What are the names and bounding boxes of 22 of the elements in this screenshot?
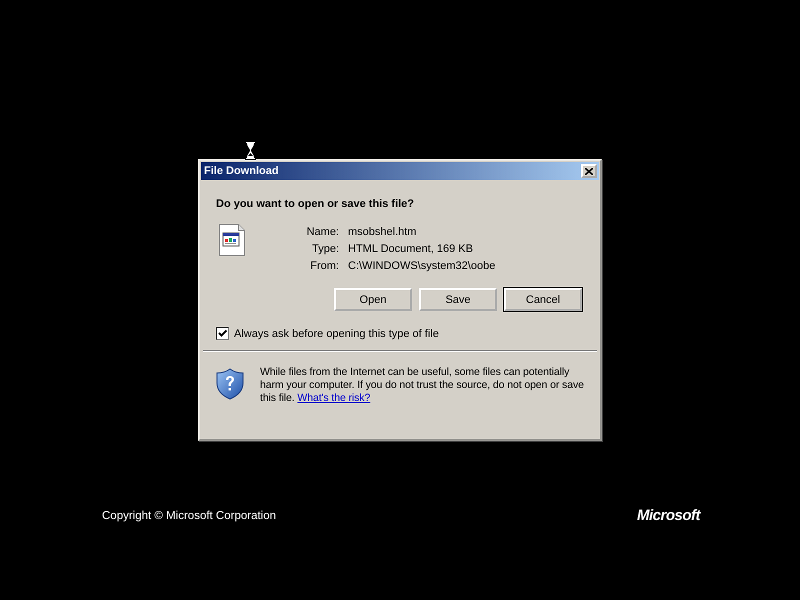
- warning-text: While files from the Internet can be useful, some files can potentially harm your computer. If you do not trust the source, do not open or save this file. What's the risk?: [260, 366, 585, 405]
- field-label: Name:: [306, 226, 339, 238]
- close-icon: [585, 168, 593, 174]
- copyright-text: Copyright © Microsoft Corporation: [102, 510, 276, 522]
- html-file-icon: [219, 224, 245, 256]
- field-label: From:: [309, 260, 339, 272]
- dialog-button[interactable]: Save: [419, 288, 497, 311]
- field-value: HTML Document, 169 KB: [348, 243, 474, 255]
- question-text: Do you want to open or save this file?: [216, 198, 416, 210]
- window-title: File Download: [204, 165, 279, 177]
- dialog-button[interactable]: Cancel: [504, 288, 582, 311]
- checkbox[interactable]: [216, 327, 229, 340]
- checkbox-label: Always ask before opening this type of file: [234, 328, 439, 340]
- dialog-button[interactable]: Open: [334, 288, 412, 311]
- field-value: C:\WINDOWS\system32\oobe: [348, 260, 496, 272]
- field-value: msobshel.htm: [348, 226, 418, 238]
- risk-link[interactable]: What's the risk?: [297, 392, 370, 404]
- close-button[interactable]: [581, 164, 597, 178]
- microsoft-logo: Microsoft: [637, 507, 700, 524]
- hourglass-icon: [245, 141, 256, 160]
- shield-question-icon: [216, 368, 244, 400]
- field-label: Type:: [311, 243, 339, 255]
